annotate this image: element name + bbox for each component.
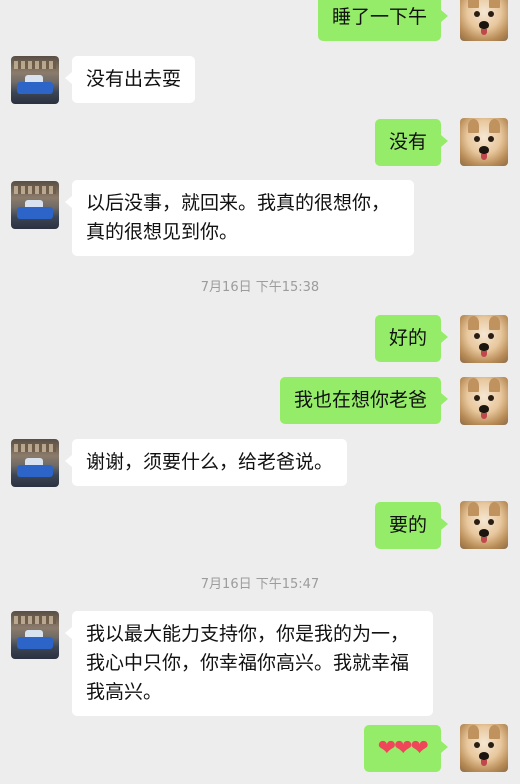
message-bubble-outgoing[interactable]: 好的 <box>374 315 449 362</box>
my-avatar[interactable] <box>460 315 508 363</box>
chat-conversation: 睡了一下午 没有出去耍 没有 以后没事，就回来。我真的很想你，真的很想见到你。 … <box>0 0 520 784</box>
message-bubble-outgoing[interactable]: ❤❤❤ <box>363 725 449 772</box>
message-bubble-incoming[interactable]: 没有出去耍 <box>64 56 196 103</box>
message-bubble-outgoing[interactable]: 我也在想你老爸 <box>279 377 449 424</box>
contact-avatar[interactable] <box>11 56 59 104</box>
message-timestamp: 7月16日 下午15:47 <box>200 577 320 592</box>
message-bubble-outgoing[interactable]: 要的 <box>374 502 449 549</box>
my-avatar[interactable] <box>460 377 508 425</box>
heart-emoji-icon: ❤❤❤ <box>377 736 429 761</box>
message-bubble-outgoing[interactable]: 睡了一下午 <box>317 0 449 41</box>
contact-avatar[interactable] <box>11 181 59 229</box>
message-bubble-outgoing[interactable]: 没有 <box>374 119 449 166</box>
contact-avatar[interactable] <box>11 611 59 659</box>
message-bubble-incoming[interactable]: 以后没事，就回来。我真的很想你，真的很想见到你。 <box>65 180 414 256</box>
message-bubble-incoming[interactable]: 我以最大能力支持你，你是我的为一，我心中只你，你幸福你高兴。我就幸福我高兴。 <box>65 611 433 716</box>
my-avatar[interactable] <box>460 0 508 41</box>
my-avatar[interactable] <box>460 118 508 166</box>
my-avatar[interactable] <box>460 501 508 549</box>
message-bubble-incoming[interactable]: 谢谢，须要什么，给老爸说。 <box>64 439 348 486</box>
message-timestamp: 7月16日 下午15:38 <box>200 280 320 295</box>
contact-avatar[interactable] <box>11 439 59 487</box>
my-avatar[interactable] <box>460 724 508 772</box>
